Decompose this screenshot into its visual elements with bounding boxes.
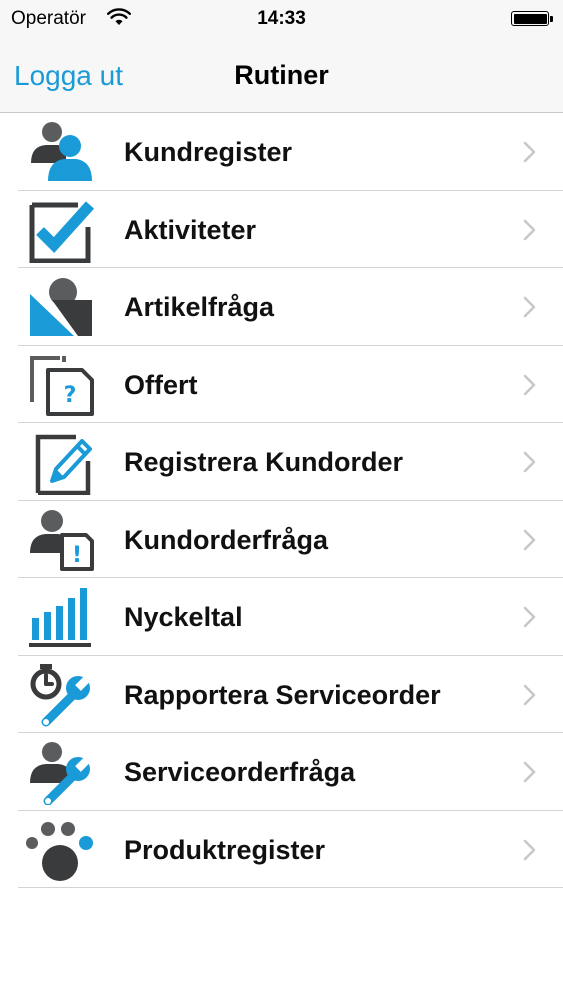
menu-item-label: Produktregister [124,834,326,865]
svg-text:!: ! [72,543,82,568]
chevron-right-icon [523,529,536,550]
menu-item-aktiviteter[interactable]: Aktiviteter [0,191,563,269]
menu-item-label: Kundorderfråga [124,524,329,555]
chevron-right-icon [523,374,536,395]
menu-item-serviceorderfraga[interactable]: Serviceorderfråga [0,733,563,811]
chevron-right-icon [523,296,536,318]
navigation-bar: Logga ut Rutiner [0,40,563,113]
menu-list: Kundregister Aktiviteter Artikelfråga ? … [0,113,563,888]
menu-item-registrera-kundorder[interactable]: Registrera Kundorder [0,423,563,501]
chevron-right-icon [523,219,536,240]
chevron-right-icon [523,141,536,163]
screen: Operatör 14:33 Logga ut Rutiner Kundregi… [0,0,563,1000]
edit-document-icon [26,429,96,495]
menu-item-label: Aktiviteter [124,214,257,245]
menu-item-kundorderfraga[interactable]: ! Kundorderfråga [0,501,563,579]
menu-item-produktregister[interactable]: Produktregister [0,811,563,889]
paw-icon [26,817,96,883]
status-bar: Operatör 14:33 [0,0,563,40]
menu-item-rapportera-serviceorder[interactable]: Rapportera Serviceorder [0,656,563,734]
customer-order-query-icon: ! [26,507,96,573]
person-wrench-icon [26,739,96,805]
menu-item-kundregister[interactable]: Kundregister [0,113,563,191]
timer-wrench-icon [26,662,96,728]
menu-item-label: Kundregister [124,137,293,167]
menu-item-label: Rapportera Serviceorder [124,679,441,710]
battery-tip [550,16,553,22]
chevron-right-icon [523,451,536,473]
menu-item-label: Artikelfråga [124,292,275,322]
battery-icon [511,11,549,26]
chevron-right-icon [523,839,536,860]
checkbox-icon [26,197,96,263]
quote-document-icon: ? [26,352,96,418]
chevron-right-icon [523,761,536,783]
menu-item-label: Nyckeltal [124,602,243,632]
menu-item-label: Registrera Kundorder [124,447,404,477]
menu-item-label: Offert [124,369,198,400]
chevron-right-icon [523,684,536,705]
bar-chart-icon [26,584,96,650]
chevron-right-icon [523,606,536,628]
menu-item-offert[interactable]: ? Offert [0,346,563,424]
menu-item-label: Serviceorderfråga [124,757,356,787]
svg-text:?: ? [64,383,77,408]
menu-item-nyckeltal[interactable]: Nyckeltal [0,578,563,656]
menu-item-artikelfraga[interactable]: Artikelfråga [0,268,563,346]
status-time: 14:33 [257,8,306,29]
customers-icon [26,119,96,185]
article-query-icon [26,274,96,340]
page-title: Rutiner [234,60,329,90]
